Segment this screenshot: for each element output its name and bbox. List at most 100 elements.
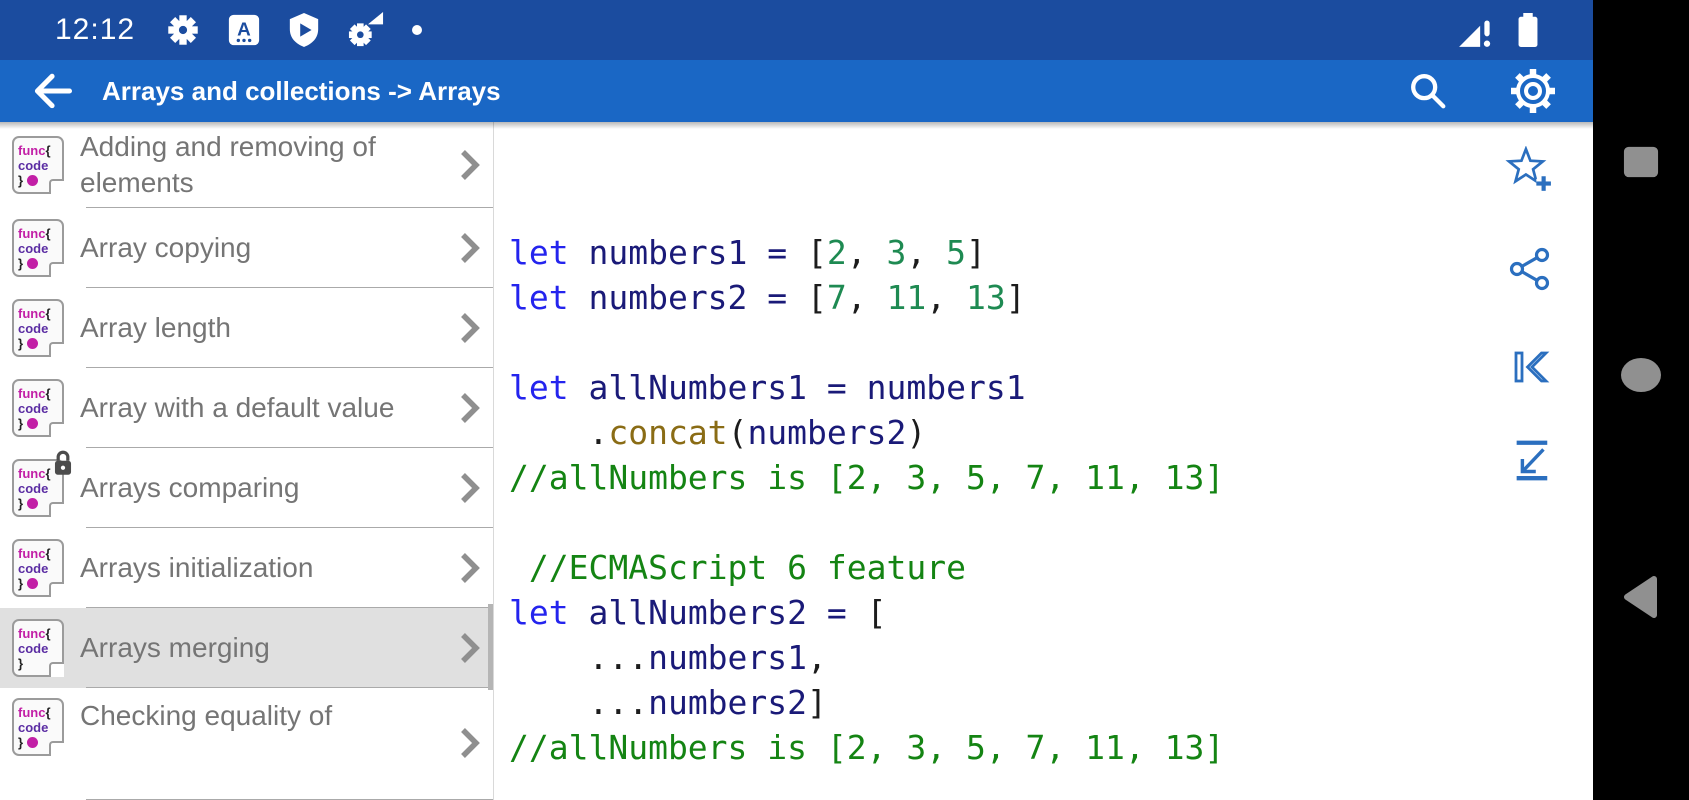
sidebar-item-array-length[interactable]: func{ code } Array length [0, 288, 493, 368]
list-item-label: Array copying [80, 232, 252, 263]
viewed-dot [27, 174, 39, 186]
code-line: let numbers1 = [2, 3, 5] [509, 233, 986, 272]
list-item-label: Array with a default value [80, 392, 395, 423]
code-line: let allNumbers2 = [ [509, 593, 887, 632]
collapse-button[interactable] [1509, 438, 1553, 487]
home-button[interactable] [1619, 356, 1663, 399]
list-item-label: Arrays initialization [80, 552, 314, 583]
viewed-dot [27, 577, 39, 589]
code-line: //allNumbers is [2, 3, 5, 7, 11, 13] [509, 728, 1225, 767]
settings-gear-icon[interactable] [1509, 67, 1557, 115]
clock: 12:12 [55, 13, 136, 46]
code-line: .concat(numbers2) [509, 413, 927, 452]
code-snippet-icon: func{ code } [12, 136, 64, 194]
chevron-right-icon [461, 313, 480, 343]
code-snippet-icon: func{ code } [12, 450, 72, 517]
skip-to-start-icon [1514, 351, 1550, 383]
sidebar-item-adding-and-removing-of-elements[interactable]: func{ code } Adding and removing of elem… [0, 122, 493, 208]
sidebar-item-checking-equality-of[interactable]: func{ code } Checking equality of [0, 688, 493, 800]
code-snippet-icon: func{ code } [12, 539, 64, 597]
list-item-label: Array length [80, 312, 231, 343]
chevron-right-icon [461, 393, 480, 423]
lock-icon [54, 450, 72, 475]
svg-text:A: A [237, 20, 251, 41]
list-item-label: Arrays merging [80, 632, 270, 663]
list-item-label: Checking equality of [80, 700, 333, 731]
sidebar-list[interactable]: func{ code } Adding and removing of elem… [0, 122, 494, 800]
add-favorite-button[interactable] [1503, 145, 1553, 199]
page-fold [49, 662, 64, 677]
code-line: let numbers2 = [7, 11, 13] [509, 278, 1026, 317]
code-snippet-icon: func{ code } [12, 698, 64, 756]
page-fold [49, 179, 64, 194]
code-line: //ECMAScript 6 feature [509, 548, 966, 587]
sidebar-item-arrays-initialization[interactable]: func{ code } Arrays initialization [0, 528, 493, 608]
chevron-right-icon [461, 150, 480, 180]
sidebar-item-array-with-a-default-value[interactable]: func{ code } Array with a default value [0, 368, 493, 448]
gear-icon [168, 15, 198, 45]
back-button[interactable] [30, 68, 76, 114]
battery-icon [1518, 13, 1538, 47]
viewed-dot [27, 257, 39, 269]
skip-to-start-button[interactable] [1509, 346, 1553, 393]
page-fold [49, 422, 64, 437]
sidebar-item-array-copying[interactable]: func{ code } Array copying [0, 208, 493, 288]
page-fold [49, 502, 64, 517]
chevron-right-icon [461, 473, 480, 503]
viewed-dot [27, 417, 39, 429]
back-arrow-icon [34, 73, 73, 109]
chevron-right-icon [461, 728, 480, 758]
search-icon[interactable] [1407, 70, 1449, 112]
app-bar: Arrays and collections -> Arrays [0, 60, 1593, 122]
chevron-right-icon [461, 553, 480, 583]
page-fold [49, 741, 64, 756]
list-item-label: Adding and removing of elements [80, 131, 376, 198]
page-fold [49, 582, 64, 597]
recents-button[interactable] [1621, 144, 1661, 185]
dot-icon [412, 25, 423, 35]
share-button[interactable] [1507, 246, 1553, 297]
sidebar-item-arrays-comparing[interactable]: func{ code } Arrays comparing [0, 448, 493, 528]
status-icons-right [1457, 10, 1593, 50]
page-fold [49, 342, 64, 357]
status-bar: 12:12 A [0, 0, 1593, 60]
code-snippet-icon: func{ code } [12, 379, 64, 437]
back-triangle-icon [1624, 576, 1657, 618]
play-protect-shield-icon [289, 13, 319, 47]
collapse-icon [1516, 440, 1548, 481]
signal-alert-icon [1459, 20, 1491, 47]
code-snippet-icon: func{ code } [12, 299, 64, 357]
page-fold [49, 262, 64, 277]
viewed-dot [27, 337, 39, 349]
code-lines: let numbers1 = [2, 3, 5] let numbers2 = [… [509, 230, 1593, 800]
recents-square-icon [1623, 146, 1659, 178]
home-circle-icon [1621, 358, 1661, 392]
chevron-right-icon [461, 233, 480, 263]
status-icons: A [165, 12, 423, 48]
chevron-right-icon [461, 633, 480, 663]
back-nav-button[interactable] [1620, 574, 1662, 625]
code-line: ...numbers1, [509, 638, 827, 677]
code-snippet-icon: func{ code } [12, 619, 64, 677]
android-nav-bar [1593, 0, 1689, 800]
sidebar-item-arrays-merging[interactable]: func{ code } Arrays merging [0, 608, 493, 688]
android-screen: 12:12 A Arrays and collections -> Arrays… [0, 0, 1689, 800]
code-viewer[interactable]: let numbers1 = [2, 3, 5] let numbers2 = [… [494, 122, 1593, 800]
list-item-label: Arrays comparing [80, 472, 300, 503]
code-line: ...numbers2] [509, 683, 827, 722]
code-line: //allNumbers is [2, 3, 5, 7, 11, 13] [509, 458, 1225, 497]
content-area: func{ code } Adding and removing of elem… [0, 122, 1593, 800]
viewed-dot [27, 497, 39, 509]
page-title: Arrays and collections -> Arrays [102, 75, 501, 106]
add-favorite-star-icon [1505, 145, 1551, 191]
viewed-dot [27, 736, 39, 748]
share-icon [1509, 247, 1550, 291]
sidebar-scrollbar[interactable] [488, 604, 493, 690]
gear-wedge-icon [349, 12, 384, 47]
a-box-icon: A [228, 14, 260, 46]
code-line: let allNumbers1 = numbers1 [509, 368, 1026, 407]
code-snippet-icon: func{ code } [12, 219, 64, 277]
